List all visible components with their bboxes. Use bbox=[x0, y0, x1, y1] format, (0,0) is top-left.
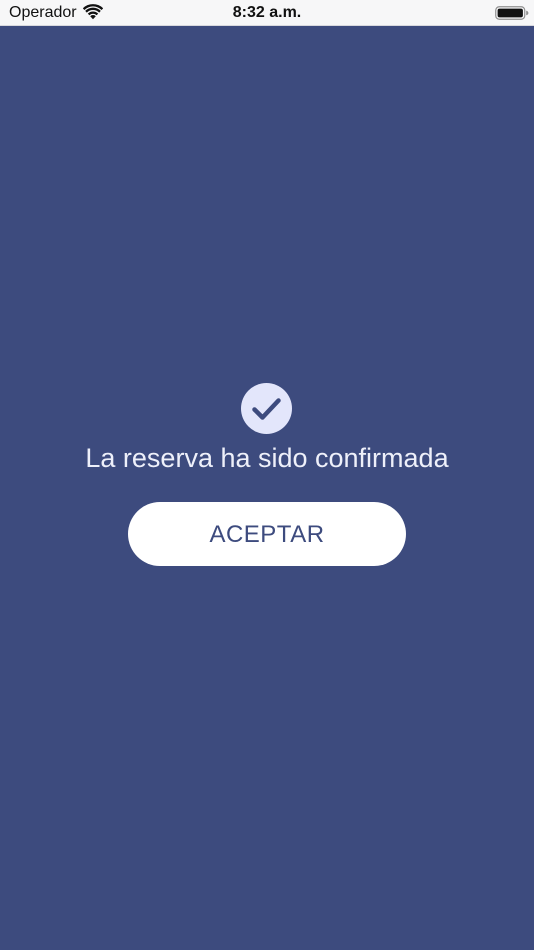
checkmark-circle-icon bbox=[241, 383, 292, 434]
status-time: 8:32 a.m. bbox=[232, 4, 302, 21]
accept-button[interactable]: ACEPTAR bbox=[128, 502, 406, 566]
battery-full-icon bbox=[495, 6, 529, 20]
confirmation-screen: Operador 8:32 a.m. La reserva ha sido co… bbox=[0, 0, 534, 950]
status-bar: Operador 8:32 a.m. bbox=[0, 0, 534, 26]
confirmation-message: La reserva ha sido confirmada bbox=[85, 443, 449, 473]
